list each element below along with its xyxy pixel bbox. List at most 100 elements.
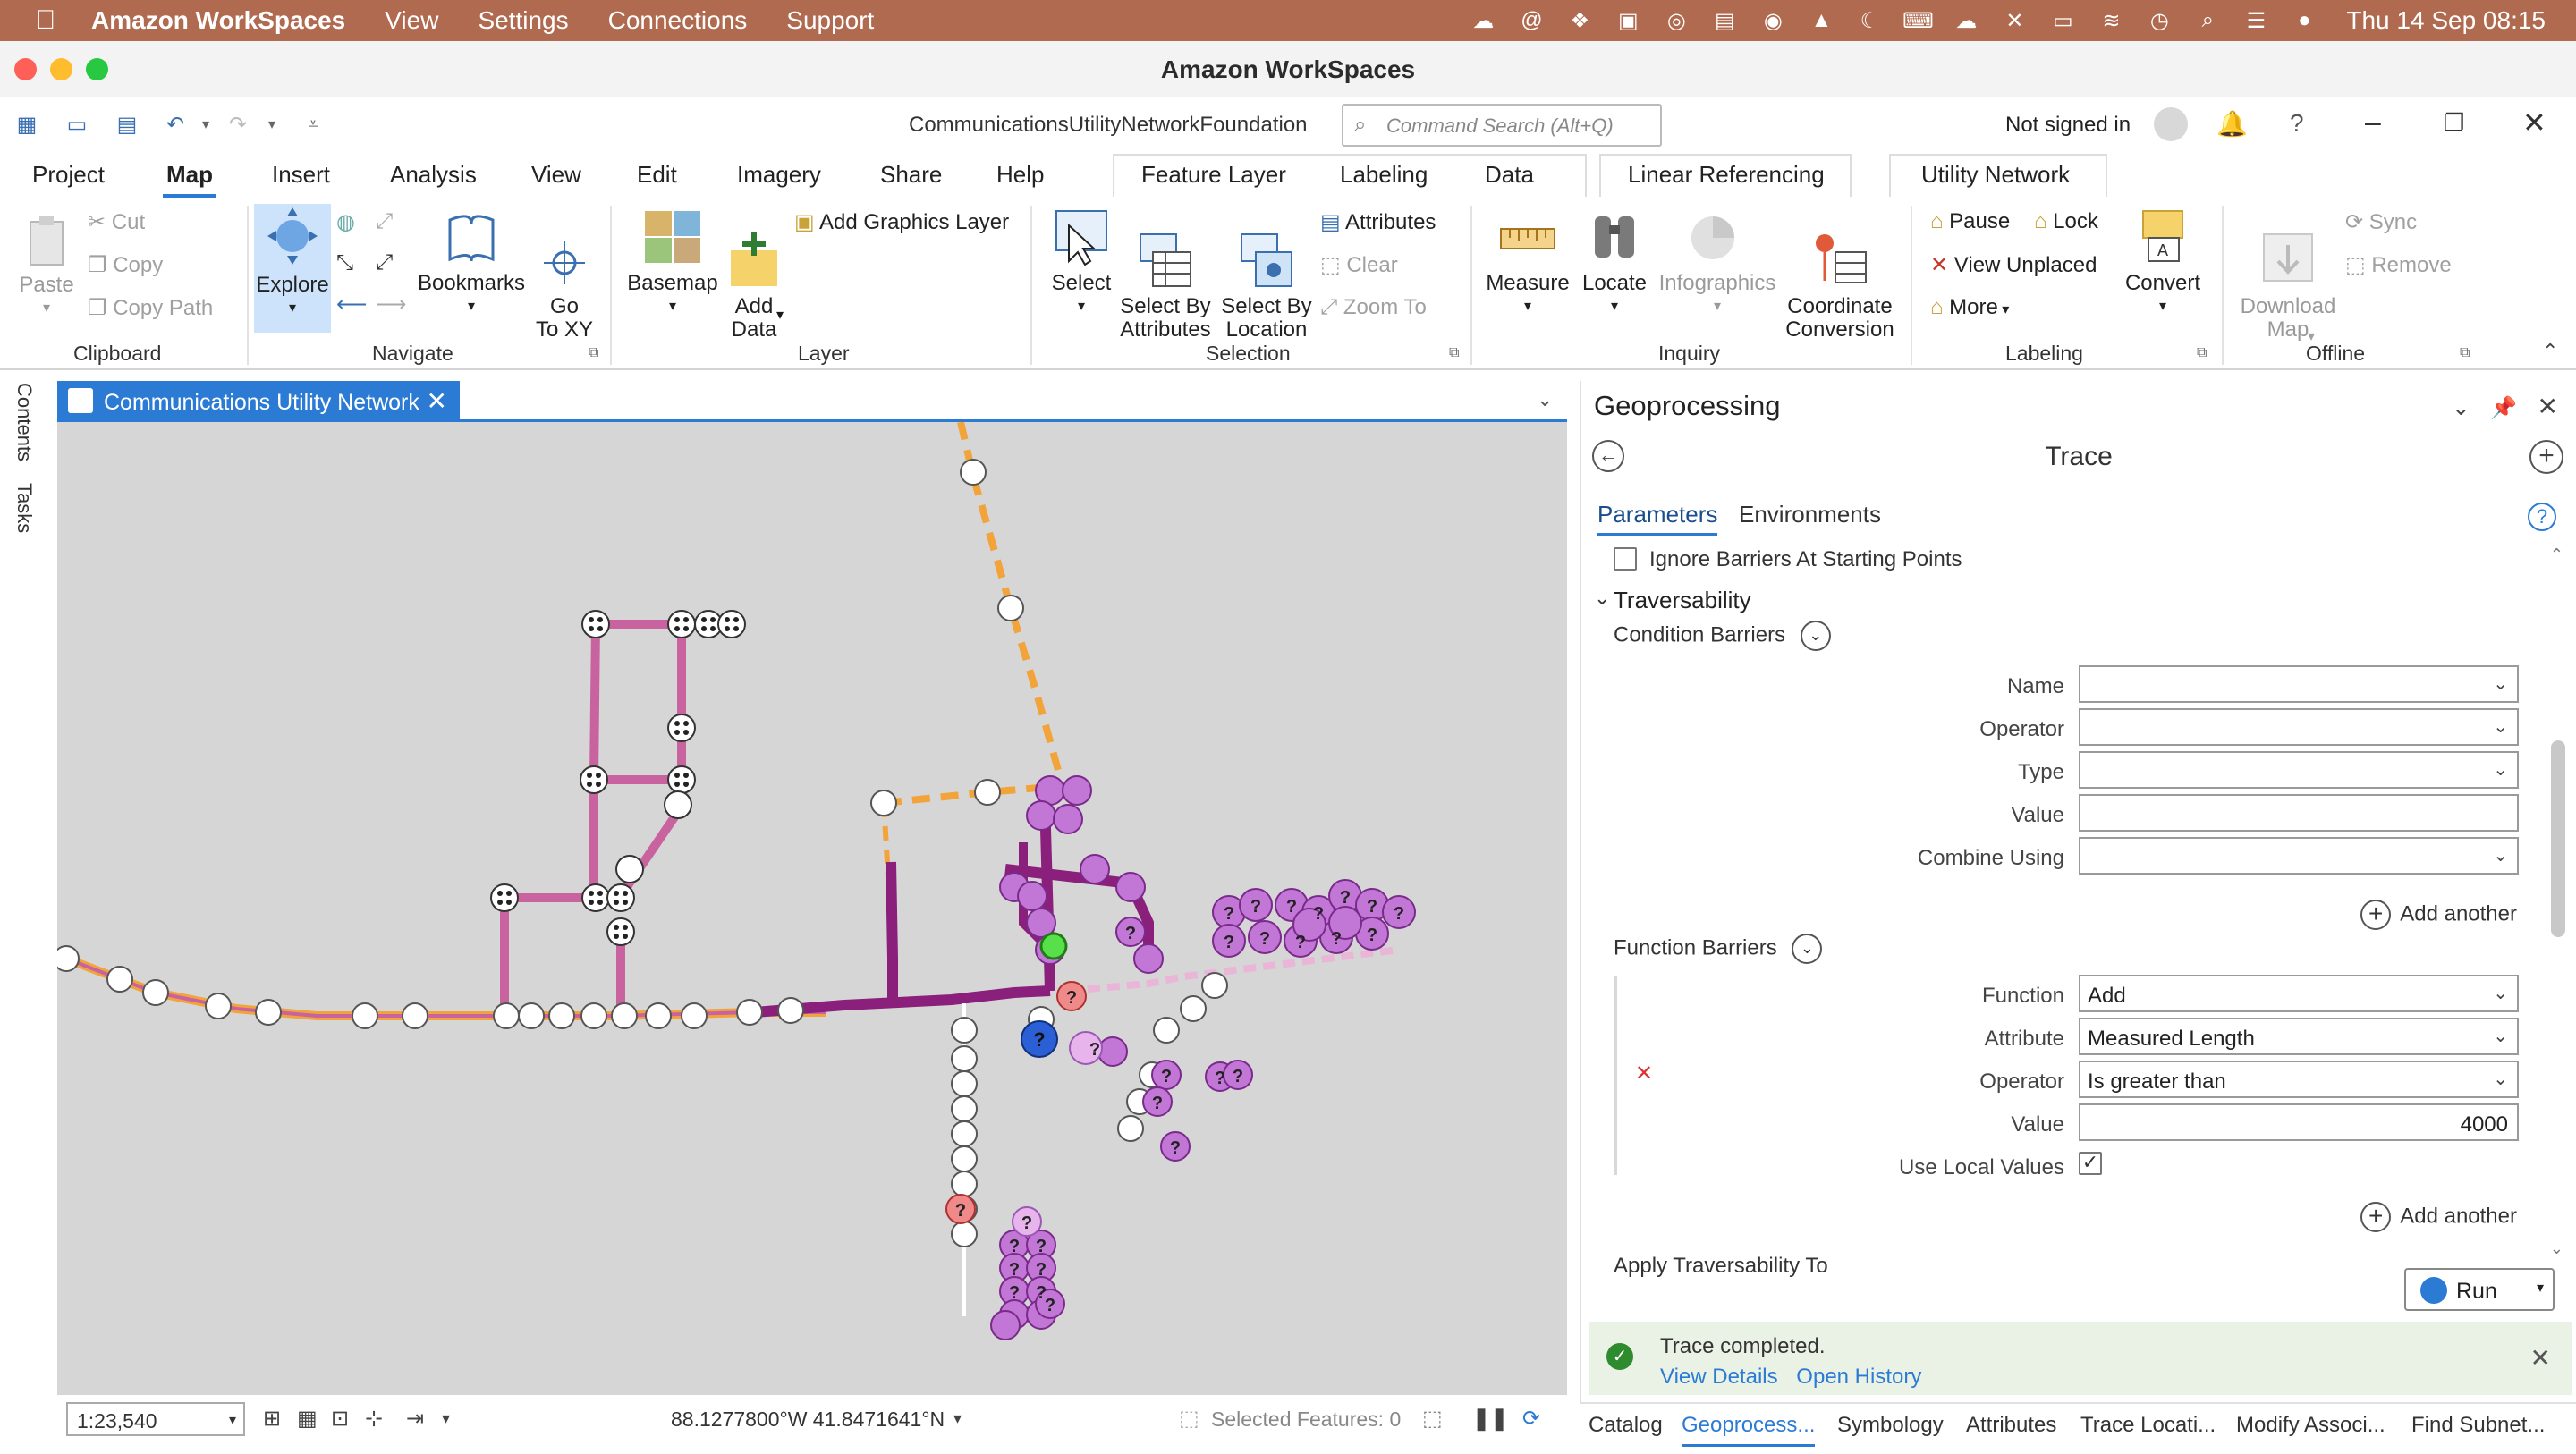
sign-in-status[interactable]: Not signed in: [2005, 113, 2131, 138]
auto-hide-pin-icon[interactable]: 📌: [2490, 396, 2517, 420]
clear-selection-button[interactable]: ⬚ Clear: [1320, 252, 1398, 278]
cut-button[interactable]: ✂ Cut: [88, 209, 145, 235]
fb-add-another-button[interactable]: + Add another: [2360, 1202, 2517, 1232]
cloud-app-icon[interactable]: ☁: [1951, 8, 1981, 33]
customize-qat-icon[interactable]: ⩡: [299, 111, 327, 138]
paste-button[interactable]: Paste ▾: [13, 215, 80, 320]
attributes-button[interactable]: ▤ Attributes: [1320, 209, 1436, 235]
tab-feature-layer[interactable]: Feature Layer: [1141, 161, 1286, 189]
tab-project[interactable]: Project: [32, 161, 105, 189]
refresh-selection-icon[interactable]: ⬚: [1422, 1406, 1443, 1432]
tab-linear-referencing[interactable]: Linear Referencing: [1628, 161, 1825, 189]
coordinate-conversion-button[interactable]: Coordinate Conversion: [1780, 207, 1900, 365]
locate-button[interactable]: Locate ▾: [1576, 207, 1653, 318]
grid-icon[interactable]: ▦: [297, 1406, 318, 1432]
go-to-xy-button[interactable]: Go To XY: [530, 211, 599, 365]
tab-help[interactable]: Help: [996, 161, 1044, 189]
next-extent-icon[interactable]: ⟶: [376, 292, 406, 317]
offline-launcher-icon[interactable]: ⧉: [2460, 345, 2470, 361]
remove-barrier-icon[interactable]: ✕: [1635, 1061, 1653, 1086]
contents-side-tab[interactable]: Contents: [13, 383, 36, 461]
at-icon[interactable]: @: [1516, 8, 1546, 33]
scroll-up-icon[interactable]: ⌃: [2550, 545, 2563, 564]
copy-button[interactable]: ❐ Copy: [88, 252, 163, 278]
scroll-down-icon[interactable]: ⌄: [2550, 1239, 2563, 1258]
pause-drawing-icon[interactable]: ❚❚: [1472, 1406, 1508, 1432]
fixed-zoom-icon[interactable]: ⤢: [376, 209, 393, 234]
command-search-input[interactable]: ⌕ Command Search (Alt+Q): [1342, 104, 1662, 147]
fb-value-input[interactable]: 4000: [2079, 1103, 2519, 1141]
user-avatar-icon[interactable]: [2154, 107, 2188, 141]
undo-icon[interactable]: ↶: [161, 111, 190, 138]
tab-imagery[interactable]: Imagery: [737, 161, 821, 189]
mac-menu-view[interactable]: View: [385, 6, 438, 35]
tab-modify-associations[interactable]: Modify Associ...: [2236, 1413, 2385, 1438]
copy-path-button[interactable]: ❐ Copy Path: [88, 295, 213, 321]
map-scale-selector[interactable]: 1:23,540 ▾: [66, 1402, 245, 1436]
add-graphics-layer-button[interactable]: ▣ Add Graphics Layer: [794, 209, 1009, 235]
traversability-chevron-icon[interactable]: ⌄: [1594, 587, 1610, 610]
mac-app-menu[interactable]: Amazon WorkSpaces: [91, 6, 345, 35]
battery-icon[interactable]: ▭: [2047, 8, 2078, 33]
close-app-icon[interactable]: ✕: [2522, 106, 2546, 139]
dismiss-message-icon[interactable]: ✕: [2530, 1343, 2551, 1373]
scrollbar-thumb[interactable]: [2551, 740, 2565, 937]
zoom-to-selection-button[interactable]: ⤢ Zoom To: [1320, 295, 1427, 320]
bookmarks-button[interactable]: Bookmarks ▾: [417, 211, 526, 318]
tab-catalog[interactable]: Catalog: [1589, 1413, 1663, 1438]
use-local-values-checkbox[interactable]: ✓: [2079, 1152, 2102, 1175]
fb-operator-select[interactable]: Is greater than ⌄: [2079, 1061, 2519, 1098]
trace-start-point[interactable]: [1039, 932, 1068, 960]
tab-share[interactable]: Share: [880, 161, 942, 189]
cb-combine-select[interactable]: ⌄: [2079, 837, 2519, 875]
redo-dropdown-icon[interactable]: ▾: [258, 111, 286, 138]
cb-value-input[interactable]: [2079, 794, 2519, 832]
labeling-launcher-icon[interactable]: ⧉: [2197, 345, 2207, 361]
collapse-ribbon-icon[interactable]: ⌃: [2542, 340, 2558, 363]
map-views-dropdown-icon[interactable]: ⌄: [1537, 388, 1553, 411]
close-map-tab-icon[interactable]: ✕: [427, 386, 447, 416]
pane-options-icon[interactable]: ⌄: [2452, 396, 2470, 420]
time-machine-icon[interactable]: ◷: [2144, 8, 2174, 33]
collapse-chevron-icon[interactable]: ⌄: [1800, 621, 1831, 651]
tab-data[interactable]: Data: [1485, 161, 1534, 189]
tab-labeling[interactable]: Labeling: [1340, 161, 1428, 189]
snapping-icon[interactable]: ⊡: [331, 1406, 349, 1432]
tab-view[interactable]: View: [531, 161, 581, 189]
undo-dropdown-icon[interactable]: ▾: [191, 111, 220, 138]
tab-utility-network[interactable]: Utility Network: [1921, 161, 2070, 189]
pause-labeling-button[interactable]: ⌂ Pause: [1930, 209, 2010, 234]
basemap-button[interactable]: Basemap ▾: [621, 207, 724, 318]
constraints-icon[interactable]: ⊹: [365, 1406, 383, 1432]
more-labeling-button[interactable]: ⌂ More ▾: [1930, 295, 2009, 320]
zoom-out-fixed-icon[interactable]: ⤢: [376, 250, 393, 275]
minimize-icon[interactable]: –: [2365, 106, 2381, 139]
previous-extent-icon[interactable]: ⟵: [336, 292, 367, 317]
help-icon[interactable]: ?: [2290, 109, 2304, 138]
spotlight-search-icon[interactable]: ⌕: [2192, 8, 2223, 33]
traversability-heading[interactable]: Traversability: [1614, 587, 1751, 614]
tab-geoprocessing[interactable]: Geoprocess...: [1682, 1413, 1816, 1447]
drive-icon[interactable]: ▤: [1709, 8, 1740, 33]
convert-labels-button[interactable]: A Convert ▾: [2116, 207, 2209, 318]
dropbox-icon[interactable]: ❖: [1564, 8, 1595, 33]
vpn-icon[interactable]: ◉: [1758, 8, 1788, 33]
cb-name-select[interactable]: ⌄: [2079, 665, 2519, 703]
collapse-chevron-icon[interactable]: ⌄: [1792, 934, 1823, 964]
mac-menu-connections[interactable]: Connections: [608, 6, 748, 35]
coordinate-format-dropdown-icon[interactable]: ▾: [953, 1409, 962, 1428]
view-details-link[interactable]: View Details: [1660, 1365, 1778, 1389]
screenshot-icon[interactable]: ▣: [1613, 8, 1643, 33]
view-unplaced-button[interactable]: ✕ View Unplaced: [1930, 252, 2097, 278]
open-project-icon[interactable]: ▭: [63, 111, 91, 138]
close-pane-icon[interactable]: ✕: [2538, 393, 2558, 420]
fixed-scale-icon[interactable]: ⊞: [263, 1406, 281, 1432]
remove-offline-button[interactable]: ⬚ Remove: [2345, 252, 2452, 278]
tab-trace-locations[interactable]: Trace Locati...: [2080, 1413, 2216, 1438]
lock-labels-button[interactable]: ⌂ Lock: [2034, 209, 2098, 234]
fb-function-select[interactable]: Add ⌄: [2079, 975, 2519, 1012]
menu-clock[interactable]: Thu 14 Sep 08:15: [2346, 6, 2546, 35]
tab-environments[interactable]: Environments: [1739, 501, 1881, 528]
redo-icon[interactable]: ↷: [224, 111, 252, 138]
sync-button[interactable]: ⟳ Sync: [2345, 209, 2417, 235]
